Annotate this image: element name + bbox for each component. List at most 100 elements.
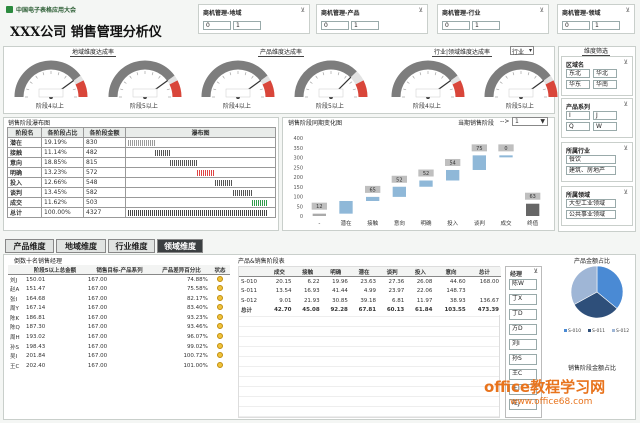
table-cell: 150.01 (26, 276, 46, 283)
manager-slicer-item[interactable]: 方D (509, 324, 537, 335)
filter-item[interactable]: Q (566, 122, 590, 131)
filter-group-label: 所属领域 (566, 192, 591, 199)
filter-clear-icon[interactable]: ⊻ (301, 7, 305, 14)
stage-cell: 830 (83, 137, 126, 148)
table-cell: 103.55 (444, 307, 466, 314)
waterfall-selector-arrow: --> (500, 118, 510, 125)
top-slicer-item[interactable]: 1 (592, 21, 620, 30)
filter-item[interactable]: I (566, 111, 590, 120)
manager-slicer-item[interactable]: 孙S (509, 354, 537, 365)
waterfall-bar-cell (125, 167, 276, 178)
table-cell: 167.00 (87, 333, 108, 340)
table-row: 周H 193.02 167.00 96.07% (8, 332, 230, 342)
filter-clear-icon[interactable]: ⊻ (419, 7, 423, 14)
filter-item[interactable]: 华东 (566, 80, 590, 89)
data-label: 63 (529, 194, 535, 200)
filter-item[interactable]: 华北 (593, 69, 617, 78)
table-cell: 167.00 (87, 324, 108, 331)
filter-item[interactable]: 华南 (593, 80, 617, 89)
table-row: S-012 9.01 21.93 30.85 39.18 6.81 11.97 38.93 13… (239, 296, 501, 306)
top-slicer-item[interactable]: 0 (321, 21, 349, 30)
table-row: 陈Q 187.30 167.00 93.46% (8, 323, 230, 333)
filter-panel-title: 维度筛选 (582, 48, 611, 56)
gauge-label: 阶段4以上 (36, 103, 64, 110)
gauge-dimension-select[interactable]: 行业 ▾ (510, 46, 534, 56)
stage-row: 投入 12.66% 548 (7, 177, 276, 188)
waterfall-chart-bar (312, 213, 326, 216)
waterfall-bar (170, 160, 197, 166)
tab-3[interactable]: 领域维度 (157, 239, 203, 253)
stage-cell: 11.14% (41, 147, 84, 158)
waterfall-selector-label: 当期销售阶段 (458, 120, 495, 127)
table-cell: 13.54 (275, 287, 292, 294)
ps-header: 明确 (321, 267, 350, 278)
stage-cell: 18.85% (41, 157, 84, 168)
manager-slicer-item[interactable]: 丁X (509, 294, 537, 305)
product-stage-wrap: 成交 接触 明确 潜在 谈判 投入 意向 总计 S-010 20.15 6.22 19.96 23.6… (238, 266, 501, 418)
filter-clear-icon[interactable]: ⊻ (624, 101, 628, 108)
ps-header: 成交 (265, 267, 294, 278)
waterfall-selector[interactable]: 1 ▼ (512, 117, 548, 126)
col-status: 状态 (209, 265, 230, 276)
table-cell: 38.93 (449, 297, 466, 304)
tab-1[interactable]: 地域维度 (56, 239, 106, 253)
stage-cell: 投入 (7, 177, 42, 188)
table-cell: 周H (10, 334, 20, 341)
manager-slicer-item[interactable]: 丁D (509, 309, 537, 320)
table-cell: 167.00 (87, 343, 108, 350)
table-cell: 陈K (10, 315, 20, 322)
filter-icon[interactable]: ⊻ (534, 268, 538, 275)
table-cell: 167.00 (87, 305, 108, 312)
table-cell: 22.06 (416, 287, 433, 294)
filter-clear-icon[interactable]: ⊻ (540, 7, 544, 14)
manager-slicer-item[interactable]: 刘I (509, 339, 537, 350)
waterfall-selector-value: 1 (515, 118, 519, 125)
filter-item[interactable]: 东北 (566, 69, 590, 78)
filter-item[interactable]: 公共事业领域 (566, 210, 616, 219)
gauge-label: 阶段4以上 (413, 103, 441, 110)
filter-item[interactable]: W (593, 122, 617, 131)
top-slicer-item[interactable]: 0 (203, 21, 231, 30)
top-slicer-item[interactable]: 0 (562, 21, 590, 30)
stage-cell: 503 (83, 197, 126, 208)
top-slicer-item[interactable]: 1 (233, 21, 261, 30)
y-tick-label: 100 (293, 195, 303, 201)
filter-item[interactable]: J (593, 111, 617, 120)
table-cell: 202.40 (26, 362, 46, 369)
filter-item[interactable]: 建筑、房地产 (566, 166, 616, 175)
filter-clear-icon[interactable]: ⊻ (624, 145, 628, 152)
filter-group-industry: 所属行业 ⊻ 餐饮 建筑、房地产 (561, 142, 633, 182)
waterfall-bar (233, 190, 252, 196)
filter-clear-icon[interactable]: ⊻ (624, 59, 628, 66)
waterfall-bar-cell (125, 137, 276, 148)
y-tick-label: 50 (297, 204, 303, 210)
stage-row: 成交 11.62% 503 (7, 197, 276, 208)
status-cell (210, 303, 230, 313)
gauge-label: 阶段5以上 (316, 103, 344, 110)
filter-item[interactable]: 餐饮 (566, 155, 616, 164)
filter-clear-icon[interactable]: ⊻ (626, 7, 630, 14)
filter-clear-icon[interactable]: ⊻ (624, 189, 628, 196)
table-cell: 刘J (10, 277, 18, 284)
table-row: 刘J 150.01 167.00 74.88% (8, 275, 230, 285)
waterfall-chart: 400 350 300 250 200 150 100 50 0 12 - 潜在 65 接触 52 意向 52 明… (293, 136, 541, 227)
tab-0[interactable]: 产品维度 (5, 239, 54, 253)
filter-item[interactable]: 大型工业领域 (566, 199, 616, 208)
top-slicer-item[interactable]: 1 (472, 21, 500, 30)
status-indicator-icon (216, 294, 223, 301)
table-cell: 16.93 (303, 287, 320, 294)
table-cell: 44.60 (449, 278, 466, 285)
manager-table: 阶段5以上总金额 销售目标-产品系列 产品差异百分比 状态 刘J 150.01 16… (8, 265, 230, 371)
table-cell: 王C (10, 363, 20, 370)
manager-slicer-item[interactable]: 陈W (509, 279, 537, 290)
data-label: 12 (316, 204, 322, 210)
gauge-panel-title: 地域维度达成率 (70, 49, 117, 57)
tab-2[interactable]: 行业维度 (108, 239, 155, 253)
table-cell: 11.97 (416, 297, 433, 304)
table-cell: 136.67 (479, 297, 499, 304)
table-cell: 75.58% (186, 285, 208, 292)
stage-row: 明确 13.23% 572 (7, 167, 276, 178)
top-slicer-item[interactable]: 0 (442, 21, 470, 30)
gauge-panel-title: 产品维度达成率 (258, 49, 305, 57)
top-slicer-item[interactable]: 1 (351, 21, 379, 30)
